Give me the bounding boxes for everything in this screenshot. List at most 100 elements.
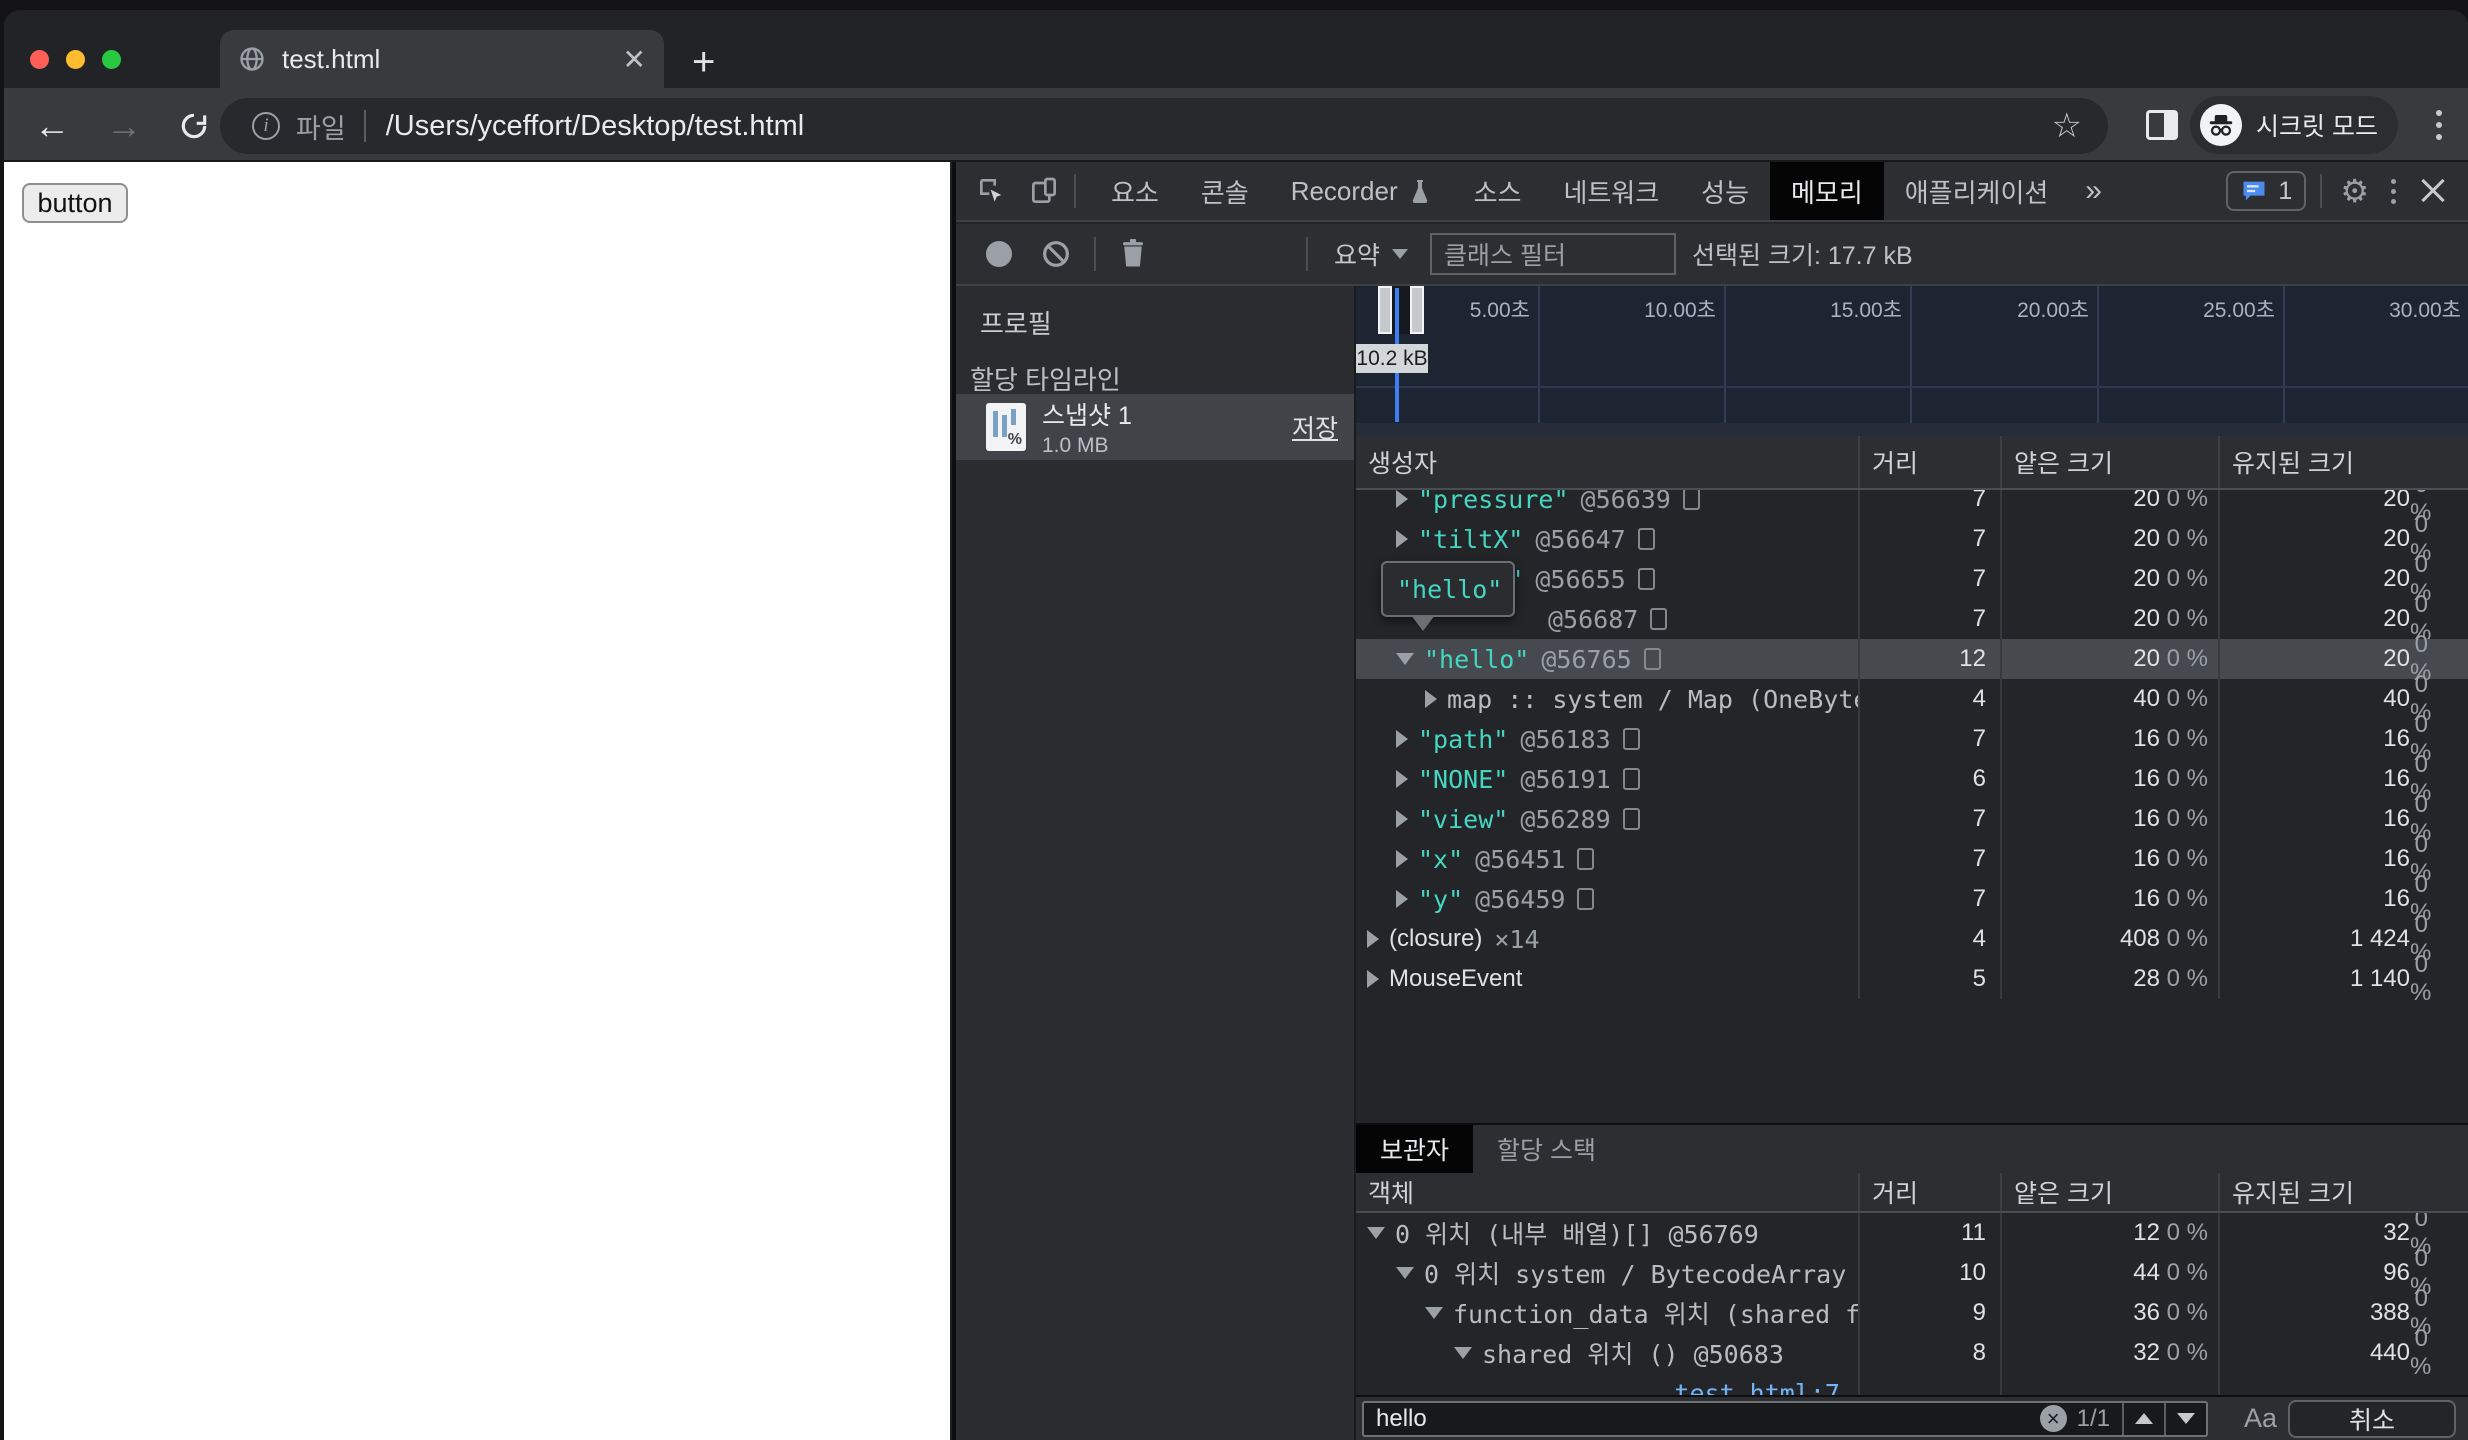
browser-menu-icon[interactable] xyxy=(2436,110,2442,140)
record-icon[interactable] xyxy=(986,241,1012,267)
col-object[interactable]: 객체 xyxy=(1356,1173,1858,1211)
expanded-arrow-icon[interactable] xyxy=(1454,1347,1472,1359)
url-path[interactable]: /Users/yceffort/Desktop/test.html xyxy=(386,110,2052,143)
devtools-tab-0[interactable]: 요소 xyxy=(1090,162,1180,220)
col-shallow2[interactable]: 얕은 크기 xyxy=(2000,1173,2218,1211)
devtools-menu-icon[interactable] xyxy=(2373,178,2414,204)
tab-allocation-stack[interactable]: 할당 스택 xyxy=(1473,1125,1620,1173)
forward-icon[interactable]: → xyxy=(106,105,142,147)
constructor-row[interactable]: "path" @56183 7 16 0 % 16 0 % xyxy=(1356,711,2468,766)
desktop-strip xyxy=(0,0,2468,10)
side-panel-icon[interactable] xyxy=(2146,110,2178,140)
page-button[interactable]: button xyxy=(22,183,128,223)
collapsed-arrow-icon[interactable] xyxy=(1396,890,1408,908)
back-icon[interactable]: ← xyxy=(34,105,70,147)
reload-icon[interactable] xyxy=(178,110,210,142)
devtools-tab-5[interactable]: 성능 xyxy=(1680,162,1770,220)
collapsed-arrow-icon[interactable] xyxy=(1396,850,1408,868)
issues-button[interactable]: 1 xyxy=(2226,171,2307,211)
search-input[interactable]: hello × 1/1 xyxy=(1362,1400,2208,1437)
constructor-row[interactable]: "pressure"@566397200 %200 % xyxy=(1356,490,2468,526)
trash-icon[interactable] xyxy=(1118,237,1148,271)
allocation-timeline-overview[interactable]: 5.00초 10.00초 15.00초 20.00초 25.00초 30.00초 10.2… xyxy=(1356,286,2468,436)
url-bar[interactable]: i 파일 /Users/yceffort/Desktop/test.html ☆ xyxy=(220,98,2108,154)
col-retained2[interactable]: 유지된 크기 xyxy=(2218,1173,2468,1211)
devtools-tab-6[interactable]: 메모리 xyxy=(1770,162,1884,220)
perspective-select[interactable]: 요약 xyxy=(1334,236,1409,272)
zoom-window-button[interactable] xyxy=(102,50,121,69)
size-chip: 10.2 kB xyxy=(1356,344,1428,373)
col-distance2[interactable]: 거리 xyxy=(1858,1173,2000,1211)
retainer-row[interactable]: shared 위치 () @50683 8 32 0 % 440 0 % xyxy=(1356,1325,2468,1380)
class-filter-input[interactable]: 클래스 필터 xyxy=(1430,233,1677,275)
collapsed-arrow-icon[interactable] xyxy=(1396,530,1408,548)
devtools-tab-7[interactable]: 애플리케이션 xyxy=(1884,162,2070,220)
next-match-button[interactable] xyxy=(2164,1402,2206,1435)
inspect-element-icon[interactable] xyxy=(976,175,1008,207)
range-handle-left[interactable] xyxy=(1378,286,1392,334)
bookmark-star-icon[interactable]: ☆ xyxy=(2052,106,2082,146)
object-id: @56451 xyxy=(1475,844,1566,874)
constructor-row[interactable]: @56687 7 20 0 % 20 0 % xyxy=(1356,591,2468,646)
col-distance[interactable]: 거리 xyxy=(1858,436,2000,488)
collapsed-arrow-icon[interactable] xyxy=(1396,770,1408,788)
expanded-arrow-icon[interactable] xyxy=(1367,1227,1385,1239)
save-link[interactable]: 저장 xyxy=(1292,409,1338,445)
devtools-tab-2[interactable]: Recorder xyxy=(1270,162,1453,220)
browser-toolbar: ← → i 파일 /Users/yceffort/Desktop/test.ht… xyxy=(4,88,2468,162)
constructor-row[interactable]: "view" @56289 7 16 0 % 16 0 % xyxy=(1356,791,2468,846)
collapsed-arrow-icon[interactable] xyxy=(1367,970,1379,988)
col-retained[interactable]: 유지된 크기 xyxy=(2218,436,2468,488)
browser-tab[interactable]: test.html ✕ xyxy=(220,30,664,88)
retainer-row[interactable]: function_data 위치 (shared functio9360 %38… xyxy=(1356,1285,2468,1340)
constructor-row[interactable]: "hello" @56765 12 20 0 % 20 0 % xyxy=(1356,631,2468,686)
constructor-row[interactable]: (closure) ×14 4 408 0 % 1 424 0 % xyxy=(1356,911,2468,966)
match-case-toggle[interactable]: Aa xyxy=(2244,1403,2277,1434)
site-info-icon[interactable]: i xyxy=(252,112,280,140)
clear-icon[interactable] xyxy=(1040,238,1072,270)
col-constructor[interactable]: 생성자 xyxy=(1356,436,1858,488)
constructor-row[interactable]: "tiltX" @56647 7 20 0 % 20 0 % xyxy=(1356,511,2468,566)
constructor-row[interactable]: MouseEvent 5 28 0 % 1 140 0 % xyxy=(1356,951,2468,1006)
minimize-window-button[interactable] xyxy=(66,50,85,69)
timeline-scroll-strip[interactable] xyxy=(1356,423,2468,436)
close-window-button[interactable] xyxy=(30,50,49,69)
retainers-header[interactable]: 객체 거리 얕은 크기 유지된 크기 xyxy=(1356,1173,2468,1213)
range-handle-right[interactable] xyxy=(1410,286,1424,334)
search-query[interactable]: hello xyxy=(1364,1405,2040,1433)
tab-close-icon[interactable]: ✕ xyxy=(623,43,646,76)
collapsed-arrow-icon[interactable] xyxy=(1396,810,1408,828)
devtools-close-icon[interactable] xyxy=(2420,178,2446,204)
tab-retainers[interactable]: 보관자 xyxy=(1356,1125,1474,1173)
new-tab-button[interactable]: + xyxy=(692,40,715,85)
window-controls[interactable] xyxy=(30,50,121,69)
retainer-row[interactable]: 0 위치 system / BytecodeArray @5677110440 … xyxy=(1356,1245,2468,1300)
constructor-name: (closure) ×14 xyxy=(1356,925,1858,954)
collapsed-arrow-icon[interactable] xyxy=(1396,730,1408,748)
constructor-row[interactable]: map :: system / Map (OneByteInte4400 %40… xyxy=(1356,671,2468,726)
cancel-search-button[interactable]: 취소 xyxy=(2288,1399,2456,1438)
col-shallow[interactable]: 얕은 크기 xyxy=(2000,436,2218,488)
constructor-row[interactable]: "x" @56451 7 16 0 % 16 0 % xyxy=(1356,831,2468,886)
expanded-arrow-icon[interactable] xyxy=(1396,1267,1414,1279)
clear-search-icon[interactable]: × xyxy=(2039,1405,2067,1432)
size-percent: 0 % xyxy=(2166,765,2208,792)
devtools-tab-4[interactable]: 네트워크 xyxy=(1542,162,1680,220)
expanded-arrow-icon[interactable] xyxy=(1425,1307,1443,1319)
constructor-row[interactable]: "y" @56459 7 16 0 % 16 0 % xyxy=(1356,871,2468,926)
device-toolbar-icon[interactable] xyxy=(1028,175,1060,207)
collapsed-arrow-icon[interactable] xyxy=(1425,690,1437,708)
collapsed-arrow-icon[interactable] xyxy=(1396,490,1408,508)
settings-gear-icon[interactable]: ⚙ xyxy=(2340,172,2369,210)
constructors-header[interactable]: 생성자 거리 얕은 크기 유지된 크기 xyxy=(1356,436,2468,490)
constructor-row[interactable]: "tiltY"@566557200 %200 % xyxy=(1356,551,2468,606)
constructor-row[interactable]: "NONE" @56191 6 16 0 % 16 0 % xyxy=(1356,751,2468,806)
retainer-row[interactable]: 0 위치 (내부 배열)[] @56769 11 12 0 % 32 0 % xyxy=(1356,1213,2468,1260)
devtools-tab-3[interactable]: 소스 xyxy=(1453,162,1543,220)
snapshot-item[interactable]: % 스냅샷 1 1.0 MB 저장 xyxy=(956,394,1354,460)
collapsed-arrow-icon[interactable] xyxy=(1367,930,1379,948)
prev-match-button[interactable] xyxy=(2122,1402,2164,1435)
expanded-arrow-icon[interactable] xyxy=(1396,653,1414,665)
more-tabs-icon[interactable]: » xyxy=(2069,174,2118,208)
devtools-tab-1[interactable]: 콘솔 xyxy=(1180,162,1270,220)
